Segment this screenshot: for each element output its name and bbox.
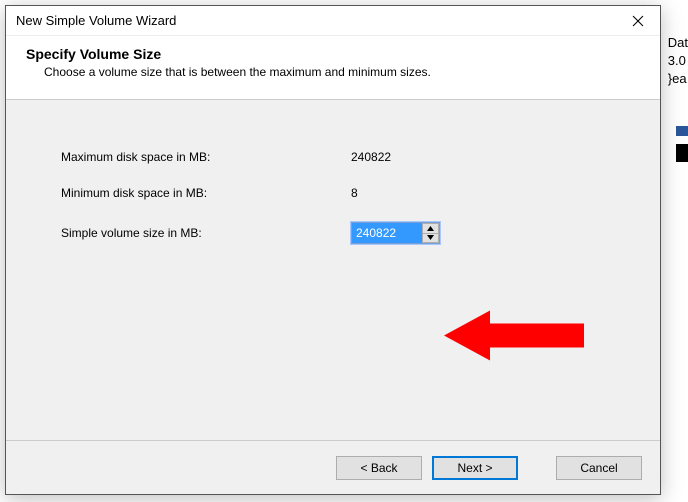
annotation-arrow <box>444 308 584 369</box>
button-bar: < Back Next > Cancel <box>6 440 660 494</box>
spinner-up-button[interactable] <box>423 223 439 233</box>
window-title: New Simple Volume Wizard <box>16 13 615 28</box>
page-title: Specify Volume Size <box>26 46 640 62</box>
close-button[interactable] <box>615 6 660 36</box>
volume-size-spinner <box>351 222 440 244</box>
min-size-row: Minimum disk space in MB: 8 <box>61 186 620 200</box>
page-subtitle: Choose a volume size that is between the… <box>44 65 640 79</box>
min-size-label: Minimum disk space in MB: <box>61 186 351 200</box>
max-size-value: 240822 <box>351 150 391 164</box>
titlebar: New Simple Volume Wizard <box>6 6 660 36</box>
volume-size-input[interactable] <box>352 223 422 243</box>
cancel-button[interactable]: Cancel <box>556 456 642 480</box>
background-black-bar <box>676 144 688 162</box>
min-size-value: 8 <box>351 186 358 200</box>
max-size-label: Maximum disk space in MB: <box>61 150 351 164</box>
volume-size-row: Simple volume size in MB: <box>61 222 620 244</box>
back-button[interactable]: < Back <box>336 456 422 480</box>
chevron-down-icon <box>427 235 434 240</box>
close-icon <box>632 15 644 27</box>
spinner-down-button[interactable] <box>423 233 439 244</box>
content-area: Maximum disk space in MB: 240822 Minimum… <box>6 100 660 440</box>
max-size-row: Maximum disk space in MB: 240822 <box>61 150 620 164</box>
next-button[interactable]: Next > <box>432 456 518 480</box>
background-blue-bar <box>676 126 688 136</box>
volume-size-label: Simple volume size in MB: <box>61 226 351 240</box>
arrow-left-icon <box>444 308 584 364</box>
wizard-dialog: New Simple Volume Wizard Specify Volume … <box>5 5 661 495</box>
spinner-buttons <box>422 223 439 243</box>
background-partial-text: Dat 3.0 }ea <box>664 30 688 93</box>
chevron-up-icon <box>427 226 434 231</box>
header-section: Specify Volume Size Choose a volume size… <box>6 36 660 100</box>
